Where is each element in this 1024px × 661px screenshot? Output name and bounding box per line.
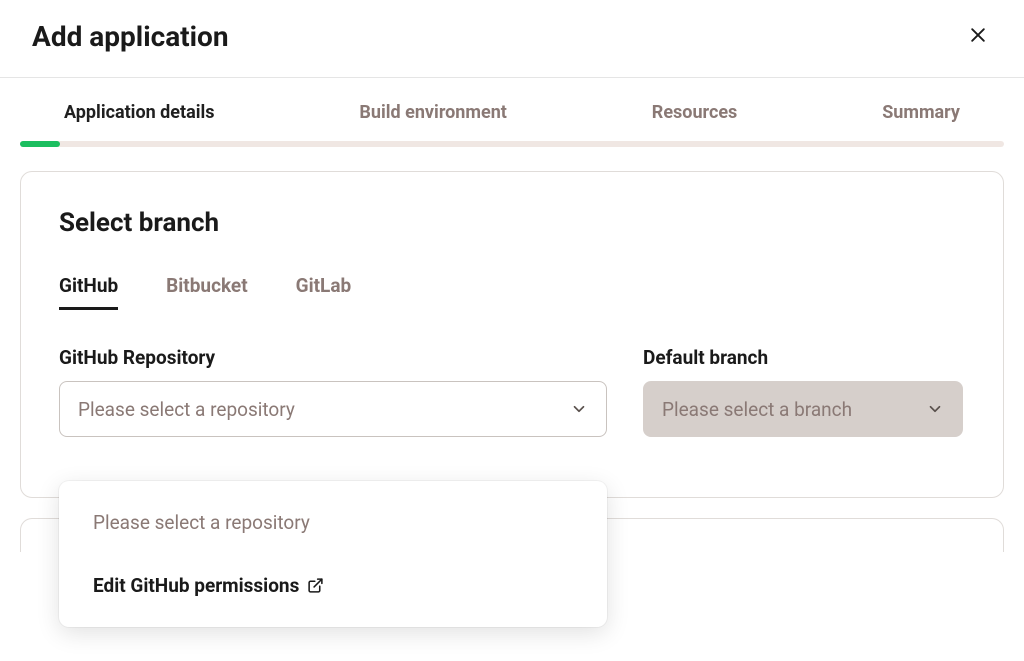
dropdown-placeholder-option[interactable]: Please select a repository: [59, 499, 607, 546]
repo-dropdown: Please select a repository Edit GitHub p…: [59, 481, 607, 627]
branch-select-placeholder: Please select a branch: [662, 398, 852, 421]
wizard-stepper: Application details Build environment Re…: [0, 78, 1024, 147]
provider-tabs: GitHub Bitbucket GitLab: [59, 274, 965, 310]
repo-select[interactable]: Please select a repository: [59, 381, 607, 437]
select-branch-card: Select branch GitHub Bitbucket GitLab Gi…: [20, 171, 1004, 498]
chevron-down-icon: [570, 400, 588, 418]
close-icon: [968, 25, 988, 45]
wizard-tab-application-details[interactable]: Application details: [64, 102, 215, 123]
card-title: Select branch: [59, 208, 965, 238]
provider-tab-github[interactable]: GitHub: [59, 274, 118, 310]
repo-form-group: GitHub Repository Please select a reposi…: [59, 346, 607, 437]
chevron-down-icon: [926, 400, 944, 418]
progress-fill: [20, 141, 60, 147]
provider-tab-bitbucket[interactable]: Bitbucket: [166, 274, 247, 310]
provider-tab-gitlab[interactable]: GitLab: [296, 274, 352, 310]
branch-form-group: Default branch Please select a branch: [643, 346, 963, 437]
repo-label: GitHub Repository: [59, 346, 607, 369]
wizard-tab-build-environment[interactable]: Build environment: [359, 102, 506, 123]
branch-select[interactable]: Please select a branch: [643, 381, 963, 437]
modal-title: Add application: [32, 20, 229, 53]
repo-select-placeholder: Please select a repository: [78, 398, 295, 421]
branch-label: Default branch: [643, 346, 963, 369]
wizard-tab-summary[interactable]: Summary: [882, 102, 960, 123]
wizard-tab-resources[interactable]: Resources: [652, 102, 738, 123]
progress-track: [20, 141, 1004, 147]
modal-header: Add application: [0, 0, 1024, 78]
edit-github-permissions-label: Edit GitHub permissions: [93, 574, 299, 597]
edit-github-permissions-link[interactable]: Edit GitHub permissions: [59, 562, 607, 609]
close-button[interactable]: [964, 21, 992, 52]
external-link-icon: [307, 577, 324, 594]
